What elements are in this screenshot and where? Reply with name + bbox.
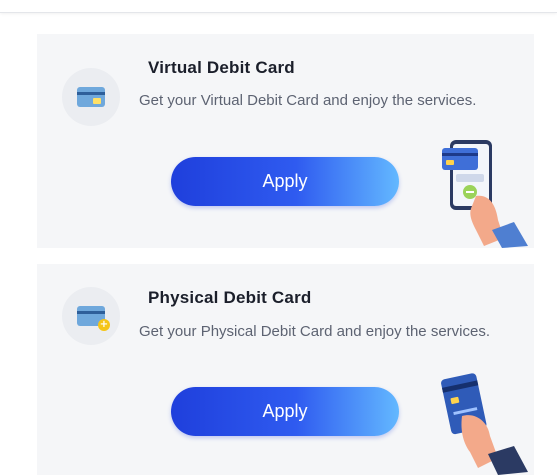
credit-card-icon	[77, 87, 105, 107]
top-divider	[0, 0, 557, 13]
card-description: Get your Virtual Debit Card and enjoy th…	[139, 92, 477, 109]
hand-holding-phone-illustration	[442, 140, 528, 248]
credit-card-add-icon: +	[77, 306, 110, 331]
hand-holding-card-illustration	[441, 373, 528, 475]
physical-debit-card-panel: + Physical Debit Card Get your Physical …	[37, 264, 534, 475]
card-title: Physical Debit Card	[148, 288, 312, 307]
credit-card-add-icon-badge: +	[62, 287, 120, 345]
apply-virtual-card-button[interactable]: Apply	[171, 157, 399, 206]
card-title: Virtual Debit Card	[148, 58, 295, 77]
apply-physical-card-button[interactable]: Apply	[171, 387, 399, 436]
card-description: Get your Physical Debit Card and enjoy t…	[139, 323, 490, 340]
credit-card-icon-badge	[62, 68, 120, 126]
virtual-debit-card-panel: Virtual Debit Card Get your Virtual Debi…	[37, 34, 534, 248]
